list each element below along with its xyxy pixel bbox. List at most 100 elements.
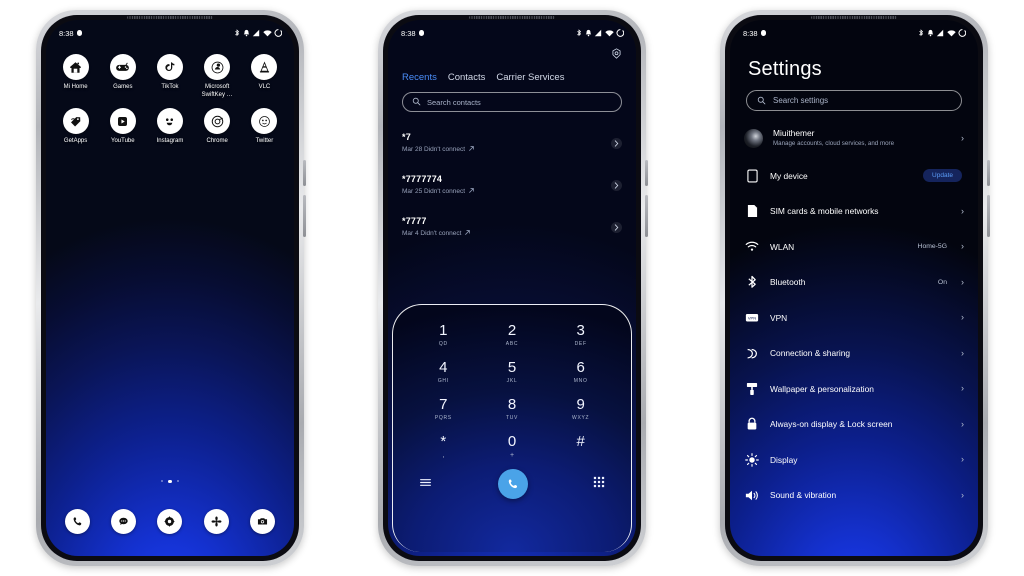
screenshot-stage: 8:38 Mi Home Games TikTok Microsoft Swif… [0, 0, 1024, 576]
settings-item-vpn[interactable]: VPN VPN › [730, 300, 978, 336]
page-dot-active[interactable] [168, 479, 172, 483]
dialpad-grid-icon[interactable] [593, 475, 605, 493]
key-7[interactable]: 7 PQRS [409, 391, 478, 426]
outgoing-arrow-icon [468, 187, 475, 196]
connection-sharing-icon [744, 347, 760, 360]
call-number: *7777774 [402, 174, 443, 184]
call-details-button[interactable] [611, 221, 622, 233]
dialpad-panel: 1 QD 2 ABC 3 DEF 4 GHI 5 JKL 6 MNO 7 PQRS 8 TUV … [392, 304, 632, 552]
wifi-icon [744, 241, 760, 252]
settings-item-always-on-display[interactable]: Always-on display & Lock screen › [730, 407, 978, 443]
settings-item-display[interactable]: Display › [730, 442, 978, 478]
key-5[interactable]: 5 JKL [478, 354, 547, 389]
key-3[interactable]: 3 DEF [546, 317, 615, 352]
settings-item-sound-vibration[interactable]: Sound & vibration › [730, 478, 978, 514]
app-label: TikTok [161, 84, 179, 90]
search-placeholder: Search settings [773, 96, 829, 105]
key-0[interactable]: 0 + [478, 428, 547, 463]
key-9[interactable]: 9 WXYZ [546, 391, 615, 426]
key-sub: MNO [573, 377, 588, 384]
gear-icon[interactable] [611, 46, 622, 64]
settings-item-my-device[interactable]: My device Update [730, 158, 978, 194]
dock-camera-icon[interactable] [250, 509, 276, 534]
signal-icon [936, 29, 944, 37]
tab-contacts[interactable]: Contacts [448, 72, 486, 83]
chevron-right-icon: › [961, 383, 964, 394]
settings-item-connection-sharing[interactable]: Connection & sharing › [730, 336, 978, 372]
key-sub: GHI [437, 377, 449, 384]
page-dot[interactable] [176, 479, 180, 483]
key-sub: ABC [505, 340, 519, 347]
key-2[interactable]: 2 ABC [478, 317, 547, 352]
app-chrome[interactable]: Chrome [194, 108, 241, 146]
dock-themes-icon[interactable] [203, 509, 229, 534]
alarm-icon [243, 29, 250, 37]
tab-recents[interactable]: Recents [402, 72, 437, 83]
key-sub: WXYZ [572, 414, 590, 421]
call-details-button[interactable] [611, 137, 622, 149]
call-number: *7777 [402, 216, 427, 226]
settings-item-account[interactable]: Miuithemer Manage accounts, cloud servic… [730, 118, 978, 158]
app-youtube[interactable]: YouTube [99, 108, 146, 146]
dialpad-keys: 1 QD 2 ABC 3 DEF 4 GHI 5 JKL 6 MNO 7 PQRS 8 TUV … [393, 305, 631, 463]
bluetooth-icon [744, 275, 760, 289]
tab-carrier-services[interactable]: Carrier Services [496, 72, 564, 83]
app-vlc[interactable]: VLC [241, 54, 288, 99]
wifi-icon [604, 29, 614, 37]
key-sub: JKL [506, 377, 518, 384]
chevron-right-icon: › [961, 489, 964, 500]
search-contacts-input[interactable]: Search contacts [402, 92, 622, 112]
key-4[interactable]: 4 GHI [409, 354, 478, 389]
bluetooth-icon [918, 28, 924, 38]
key-8[interactable]: 8 TUV [478, 391, 547, 426]
app-instagram[interactable]: Instagram [146, 108, 193, 146]
update-badge[interactable]: Update [923, 169, 962, 183]
settings-item-label: Always-on display & Lock screen [770, 419, 893, 430]
settings-item-label: Connection & sharing [770, 348, 851, 359]
key-6[interactable]: 6 MNO [546, 354, 615, 389]
call-button[interactable] [497, 469, 528, 499]
key-star[interactable]: *, [409, 428, 478, 463]
page-dot[interactable] [160, 479, 164, 483]
settings-item-wallpaper[interactable]: Wallpaper & personalization › [730, 371, 978, 407]
phone-settings-screen: 8:38 Settings Search settings Miuithemer… [720, 10, 990, 566]
app-mi-home[interactable]: Mi Home [52, 54, 99, 99]
dock-messages-icon[interactable] [111, 509, 137, 534]
settings-item-bluetooth[interactable]: Bluetooth On › [730, 265, 978, 301]
app-games[interactable]: Games [99, 54, 146, 99]
app-label: GetApps [63, 138, 88, 144]
settings-item-label: Bluetooth [770, 277, 806, 288]
dialpad-actions [393, 463, 631, 499]
app-getapps[interactable]: GetApps [52, 108, 99, 146]
bluetooth-icon [234, 28, 240, 38]
avatar [744, 128, 763, 148]
app-microsoft-swiftkey[interactable]: Microsoft SwiftKey … [194, 54, 241, 99]
call-log-row[interactable]: *7 Mar 28 Didn't connect [388, 122, 636, 164]
dock-phone-icon[interactable] [64, 509, 90, 534]
call-detail-text: Mar 25 Didn't connect [402, 188, 466, 195]
settings-item-wlan[interactable]: WLAN Home-5G › [730, 229, 978, 265]
app-twitter[interactable]: Twitter [241, 108, 288, 146]
hamburger-menu-icon[interactable] [419, 475, 432, 493]
dialer-tabs: Recents Contacts Carrier Services [388, 64, 636, 83]
settings-item-label: My device [770, 170, 808, 181]
settings-item-sim-cards[interactable]: SIM cards & mobile networks › [730, 194, 978, 230]
call-log-row[interactable]: *7777774 Mar 25 Didn't connect [388, 164, 636, 206]
phone-bezel: 8:38 [41, 15, 299, 561]
call-detail: Mar 28 Didn't connect [402, 145, 475, 154]
key-hash[interactable]: # [546, 428, 615, 463]
call-log-row[interactable]: *7777 Mar 4 Didn't connect [388, 206, 636, 248]
dock-browser-icon[interactable] [157, 509, 183, 534]
call-details-button[interactable] [611, 179, 622, 191]
key-1[interactable]: 1 QD [409, 317, 478, 352]
phone-dialer-screen: 8:38 Recents Contacts Carrier Services S… [378, 10, 648, 566]
key-digit: 8 [507, 395, 517, 413]
call-detail: Mar 4 Didn't connect [402, 229, 471, 238]
search-settings-input[interactable]: Search settings [746, 90, 962, 111]
svg-text:VPN: VPN [748, 316, 756, 321]
settings-item-sub: Manage accounts, cloud services, and mor… [773, 140, 895, 147]
key-sub: DEF [574, 340, 587, 347]
app-tiktok[interactable]: TikTok [146, 54, 193, 99]
settings-item-value: On [937, 278, 947, 286]
status-time: 8:38 [743, 28, 758, 38]
